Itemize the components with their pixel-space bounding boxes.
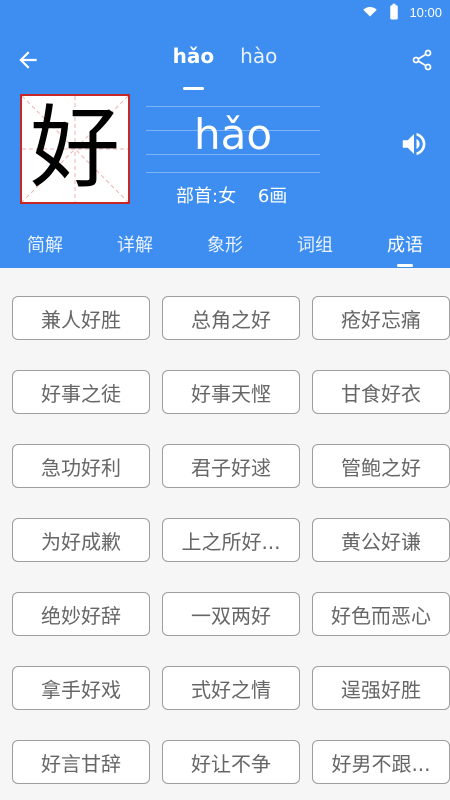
idiom-chip[interactable]: 甘食好衣 (312, 370, 450, 414)
tab-phrases[interactable]: 词组 (297, 231, 333, 257)
pronunciation-button[interactable] (396, 126, 432, 162)
idiom-chip[interactable]: 兼人好胜 (12, 296, 150, 340)
section-tabs: 简解 详解 象形 词组 成语 (0, 224, 450, 267)
pinyin-line (146, 106, 320, 107)
share-button[interactable] (408, 46, 436, 74)
pinyin-tab-1[interactable]: hǎo (173, 44, 214, 90)
pinyin-line (146, 172, 320, 173)
idiom-chip[interactable]: 绝妙好辞 (12, 592, 150, 636)
idiom-grid: 兼人好胜 总角之好 疮好忘痛 好事之徒 好事天悭 甘食好衣 急功好利 君子好逑 … (12, 296, 450, 784)
status-time: 10:00 (409, 4, 442, 20)
idiom-chip[interactable]: 黄公好谦 (312, 518, 450, 562)
tab-idioms[interactable]: 成语 (387, 231, 423, 267)
idiom-chip[interactable]: 管鲍之好 (312, 444, 450, 488)
stroke-count-text: 6画 (257, 186, 288, 207)
idiom-chip[interactable]: 为好成歉 (12, 518, 150, 562)
status-bar: 10:00 (0, 0, 450, 24)
share-icon (412, 49, 432, 71)
idiom-chip[interactable]: 好事天悭 (162, 370, 300, 414)
idiom-chip[interactable]: 好让不争 (162, 740, 300, 784)
status-icons: 10:00 (361, 0, 442, 24)
radical-info: 部首:女 6画 (176, 182, 303, 208)
idiom-chip[interactable]: 一双两好 (162, 592, 300, 636)
header: hǎo hào 好 hǎo 部首:女 6画 简解 详解 象形 词组 成语 (0, 24, 450, 268)
speaker-icon (402, 133, 426, 155)
pinyin-main: hǎo (193, 110, 273, 159)
radical-text: 部首:女 (176, 186, 237, 207)
main-character: 好 (30, 96, 120, 201)
character-box: 好 (20, 94, 130, 204)
idiom-chip[interactable]: 疮好忘痛 (312, 296, 450, 340)
tab-detail[interactable]: 详解 (117, 231, 153, 257)
idiom-chip[interactable]: 总角之好 (162, 296, 300, 340)
tab-pictograph[interactable]: 象形 (207, 231, 243, 257)
wifi-icon (363, 7, 378, 17)
idiom-chip[interactable]: 好男不跟... (312, 740, 450, 784)
idiom-chip[interactable]: 逞强好胜 (312, 666, 450, 710)
idiom-chip[interactable]: 式好之情 (162, 666, 300, 710)
idioms-content: 兼人好胜 总角之好 疮好忘痛 好事之徒 好事天悭 甘食好衣 急功好利 君子好逑 … (0, 268, 450, 800)
idiom-chip[interactable]: 上之所好... (162, 518, 300, 562)
pinyin-display-area: hǎo (146, 104, 320, 174)
battery-icon (390, 3, 399, 20)
idiom-chip[interactable]: 君子好逑 (162, 444, 300, 488)
idiom-chip[interactable]: 好色而恶心 (312, 592, 450, 636)
pinyin-tab-2[interactable]: hào (240, 44, 277, 84)
idiom-chip[interactable]: 好言甘辞 (12, 740, 150, 784)
pinyin-tabs: hǎo hào (0, 44, 450, 90)
idiom-chip[interactable]: 好事之徒 (12, 370, 150, 414)
idiom-chip[interactable]: 急功好利 (12, 444, 150, 488)
idiom-chip[interactable]: 拿手好戏 (12, 666, 150, 710)
tab-brief[interactable]: 简解 (27, 231, 63, 257)
